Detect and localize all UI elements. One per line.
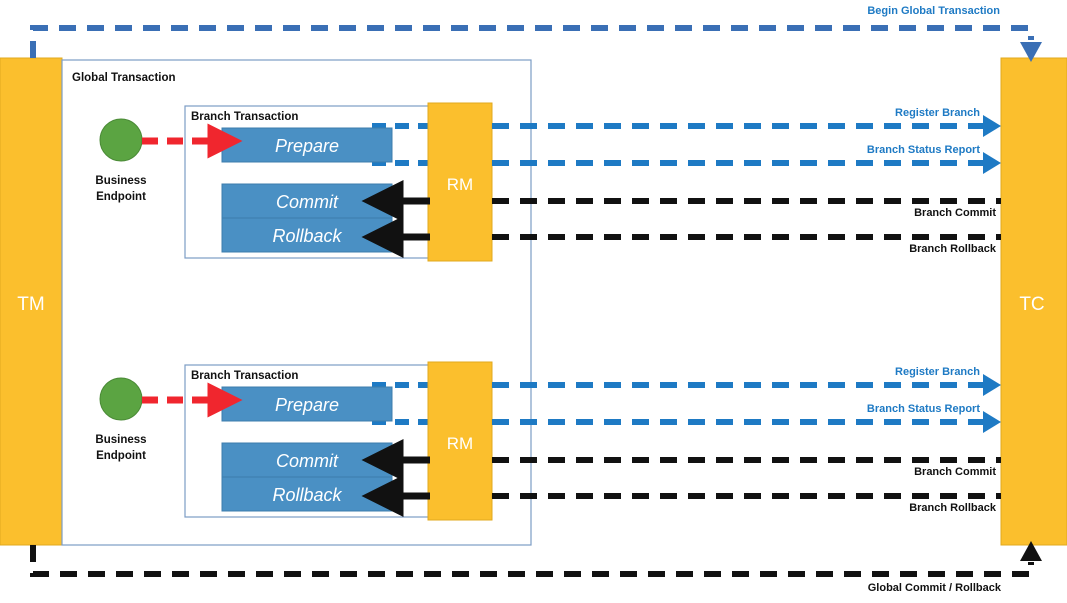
transaction-architecture-diagram: TM TC Global Transaction Branch Transact… — [0, 0, 1067, 603]
register-branch-arrowhead-2 — [983, 374, 1001, 396]
business-endpoint-label-2-line2: Endpoint — [96, 450, 146, 462]
business-endpoint-circle-1 — [99, 118, 143, 162]
global-transaction-label: Global Transaction — [72, 72, 176, 84]
rollback-label-2: Rollback — [272, 485, 342, 505]
branch-status-report-label-1: Branch Status Report — [867, 144, 980, 156]
global-commit-rollback-flow: Global Commit / Rollback — [30, 541, 1042, 594]
rm-label-1: RM — [447, 175, 473, 194]
rollback-label-1: Rollback — [272, 226, 342, 246]
begin-global-transaction-label: Begin Global Transaction — [867, 5, 1000, 17]
rm-label-2: RM — [447, 434, 473, 453]
rollback-operation-2[interactable]: Rollback — [221, 476, 393, 512]
resource-manager-1: RM — [427, 102, 493, 262]
begin-global-transaction-line — [30, 25, 1034, 58]
commit-label-1: Commit — [276, 192, 339, 212]
commit-operation-2[interactable]: Commit — [221, 442, 393, 478]
tm-label: TM — [17, 294, 44, 315]
branch-rollback-label-2: Branch Rollback — [909, 502, 997, 514]
branch-1-messages: Register Branch Branch Status Report Bra… — [492, 107, 1001, 255]
register-branch-label-1: Register Branch — [895, 107, 980, 119]
prepare-label-2: Prepare — [275, 395, 339, 415]
commit-label-2: Commit — [276, 451, 339, 471]
global-commit-rollback-label: Global Commit / Rollback — [868, 582, 1002, 594]
register-branch-arrowhead-1 — [983, 115, 1001, 137]
global-commit-rollback-line — [30, 545, 1034, 577]
business-endpoint-label-2-line1: Business — [95, 434, 146, 446]
begin-global-transaction-flow: Begin Global Transaction — [30, 5, 1042, 62]
resource-manager-2: RM — [427, 361, 493, 521]
prepare-operation-2[interactable]: Prepare — [221, 386, 393, 422]
diagram-canvas: TM TC Global Transaction Branch Transact… — [0, 5, 1067, 594]
branch-status-report-arrowhead-2 — [983, 411, 1001, 433]
register-branch-label-2: Register Branch — [895, 366, 980, 378]
business-endpoint-label-1-line2: Endpoint — [96, 191, 146, 203]
prepare-label-1: Prepare — [275, 136, 339, 156]
branch-transaction-label-2: Branch Transaction — [191, 370, 298, 382]
branch-commit-label-1: Branch Commit — [914, 207, 996, 219]
commit-operation-1[interactable]: Commit — [221, 183, 393, 219]
branch-transaction-label-1: Branch Transaction — [191, 111, 298, 123]
branch-status-report-arrowhead-1 — [983, 152, 1001, 174]
branch-commit-label-2: Branch Commit — [914, 466, 996, 478]
actor-tm: TM — [0, 57, 63, 546]
rollback-operation-1[interactable]: Rollback — [221, 217, 393, 253]
branch-rollback-label-1: Branch Rollback — [909, 243, 997, 255]
business-endpoint-label-1-line1: Business — [95, 175, 146, 187]
prepare-operation-1[interactable]: Prepare — [221, 127, 393, 163]
branch-status-report-label-2: Branch Status Report — [867, 403, 980, 415]
branch-2-messages: Register Branch Branch Status Report Bra… — [492, 366, 1001, 514]
tc-label: TC — [1019, 294, 1044, 315]
business-endpoint-circle-2 — [99, 377, 143, 421]
actor-tc: TC — [1000, 57, 1067, 546]
